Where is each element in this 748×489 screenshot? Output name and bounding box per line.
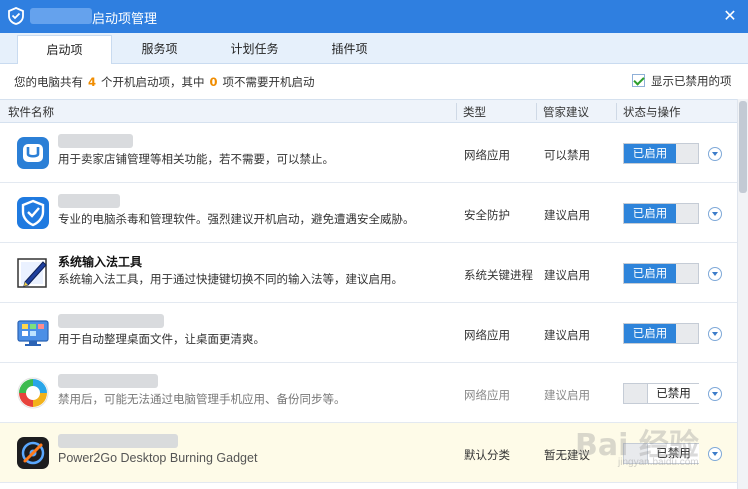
summary-text: 您的电脑共有 4 个开机启动项，其中 0 项不需要开机启动 — [14, 74, 315, 90]
row-advice: 建议启用 — [544, 328, 590, 342]
row-type: 网络应用 — [464, 148, 510, 162]
ime-pen-icon — [17, 258, 47, 288]
chevron-down-icon[interactable] — [708, 207, 722, 221]
column-divider[interactable] — [456, 103, 457, 120]
status-label: 已禁用 — [647, 384, 699, 403]
tab-plugins[interactable]: 插件项 — [302, 35, 397, 64]
power2go-icon — [17, 437, 49, 469]
column-header-status: 状态与操作 — [623, 105, 681, 119]
row-advice: 建议启用 — [544, 388, 590, 402]
status-toggle[interactable]: 已启用 — [623, 203, 699, 224]
row-description: 专业的电脑杀毒和管理软件。强烈建议开机启动，避免遭遇安全威胁。 — [58, 212, 415, 226]
row-description: 禁用后，可能无法通过电脑管理手机应用、备份同步等。 — [58, 392, 346, 406]
row-description: 用于自动整理桌面文件，让桌面更清爽。 — [58, 332, 265, 346]
tab-scheduled-tasks[interactable]: 计划任务 — [207, 35, 302, 64]
shield-icon — [17, 197, 49, 229]
blurred-app-name — [58, 374, 158, 388]
row-advice: 可以禁用 — [544, 148, 590, 162]
column-header-type: 类型 — [463, 105, 486, 119]
shop-u-icon — [17, 137, 49, 169]
vertical-scrollbar[interactable] — [737, 99, 748, 489]
tab-services[interactable]: 服务项 — [112, 35, 207, 64]
tab-startup[interactable]: 启动项 — [17, 35, 112, 65]
row-app-name: 系统输入法工具 — [58, 255, 143, 269]
blurred-app-name — [58, 194, 120, 208]
scrollbar-thumb[interactable] — [739, 101, 747, 193]
blurred-app-name — [58, 434, 178, 448]
phone-sync-icon — [17, 377, 49, 409]
chevron-down-icon[interactable] — [708, 147, 722, 161]
table-row[interactable]: 禁用后，可能无法通过电脑管理手机应用、备份同步等。 网络应用 建议启用 已禁用 — [0, 363, 737, 423]
row-description: 系统输入法工具，用于通过快捷键切换不同的输入法等，建议启用。 — [58, 272, 403, 286]
blurred-app-name — [58, 314, 164, 328]
row-description: 用于卖家店铺管理等相关功能，若不需要，可以禁止。 — [58, 152, 334, 166]
table-row[interactable]: 系统输入法工具 系统输入法工具，用于通过快捷键切换不同的输入法等，建议启用。 系… — [0, 243, 737, 303]
table-row[interactable]: 用于自动整理桌面文件，让桌面更清爽。 网络应用 建议启用 已启用 — [0, 303, 737, 363]
blurred-app-name — [30, 8, 92, 24]
checkbox-checked-icon[interactable] — [632, 74, 645, 87]
close-icon[interactable]: ✕ — [720, 6, 740, 26]
row-type: 安全防护 — [464, 208, 510, 222]
status-label: 已启用 — [624, 264, 676, 283]
unneeded-count: 0 — [209, 75, 218, 89]
table-row[interactable]: 用于卖家店铺管理等相关功能，若不需要，可以禁止。 网络应用 可以禁用 已启用 — [0, 123, 737, 183]
status-label: 已启用 — [624, 324, 676, 343]
status-toggle[interactable]: 已启用 — [623, 143, 699, 164]
desktop-organizer-icon — [17, 320, 49, 346]
column-divider[interactable] — [536, 103, 537, 120]
row-advice: 建议启用 — [544, 268, 590, 282]
chevron-down-icon[interactable] — [708, 327, 722, 341]
watermark-url: jingyan.baidu.com — [618, 457, 699, 468]
show-disabled-checkbox[interactable]: 显示已禁用的项 — [632, 73, 732, 89]
status-toggle[interactable]: 已启用 — [623, 323, 699, 344]
column-divider[interactable] — [616, 103, 617, 120]
column-header-name: 软件名称 — [8, 105, 54, 119]
table-row[interactable]: 专业的电脑杀毒和管理软件。强烈建议开机启动，避免遭遇安全威胁。 安全防护 建议启… — [0, 183, 737, 243]
app-logo-icon — [8, 7, 24, 25]
row-type: 系统关键进程 — [464, 268, 533, 282]
status-toggle[interactable]: 已启用 — [623, 263, 699, 284]
summary-bar: 您的电脑共有 4 个开机启动项，其中 0 项不需要开机启动 显示已禁用的项 — [0, 64, 748, 98]
status-label: 已启用 — [624, 204, 676, 223]
row-type: 网络应用 — [464, 388, 510, 402]
table-header: 软件名称 类型 管家建议 状态与操作 — [0, 99, 737, 123]
chevron-down-icon[interactable] — [708, 387, 722, 401]
show-disabled-label: 显示已禁用的项 — [651, 74, 732, 88]
status-toggle[interactable]: 已禁用 — [623, 383, 699, 404]
title-bar: 启动项管理 ✕ — [0, 0, 748, 33]
window-title: 启动项管理 — [92, 12, 158, 27]
row-advice: 建议启用 — [544, 208, 590, 222]
chevron-down-icon[interactable] — [708, 267, 722, 281]
startup-count: 4 — [88, 75, 97, 89]
summary-mid: 个开机启动项，其中 — [101, 75, 205, 89]
column-header-advice: 管家建议 — [543, 105, 589, 119]
status-label: 已启用 — [624, 144, 676, 163]
tab-bar: 启动项 服务项 计划任务 插件项 — [0, 33, 748, 65]
summary-suffix: 项不需要开机启动 — [222, 75, 315, 89]
row-type: 默认分类 — [464, 448, 510, 462]
row-type: 网络应用 — [464, 328, 510, 342]
chevron-down-icon[interactable] — [708, 447, 722, 461]
blurred-app-name — [58, 134, 133, 148]
summary-prefix: 您的电脑共有 — [14, 75, 83, 89]
row-description: Power2Go Desktop Burning Gadget — [58, 451, 258, 465]
